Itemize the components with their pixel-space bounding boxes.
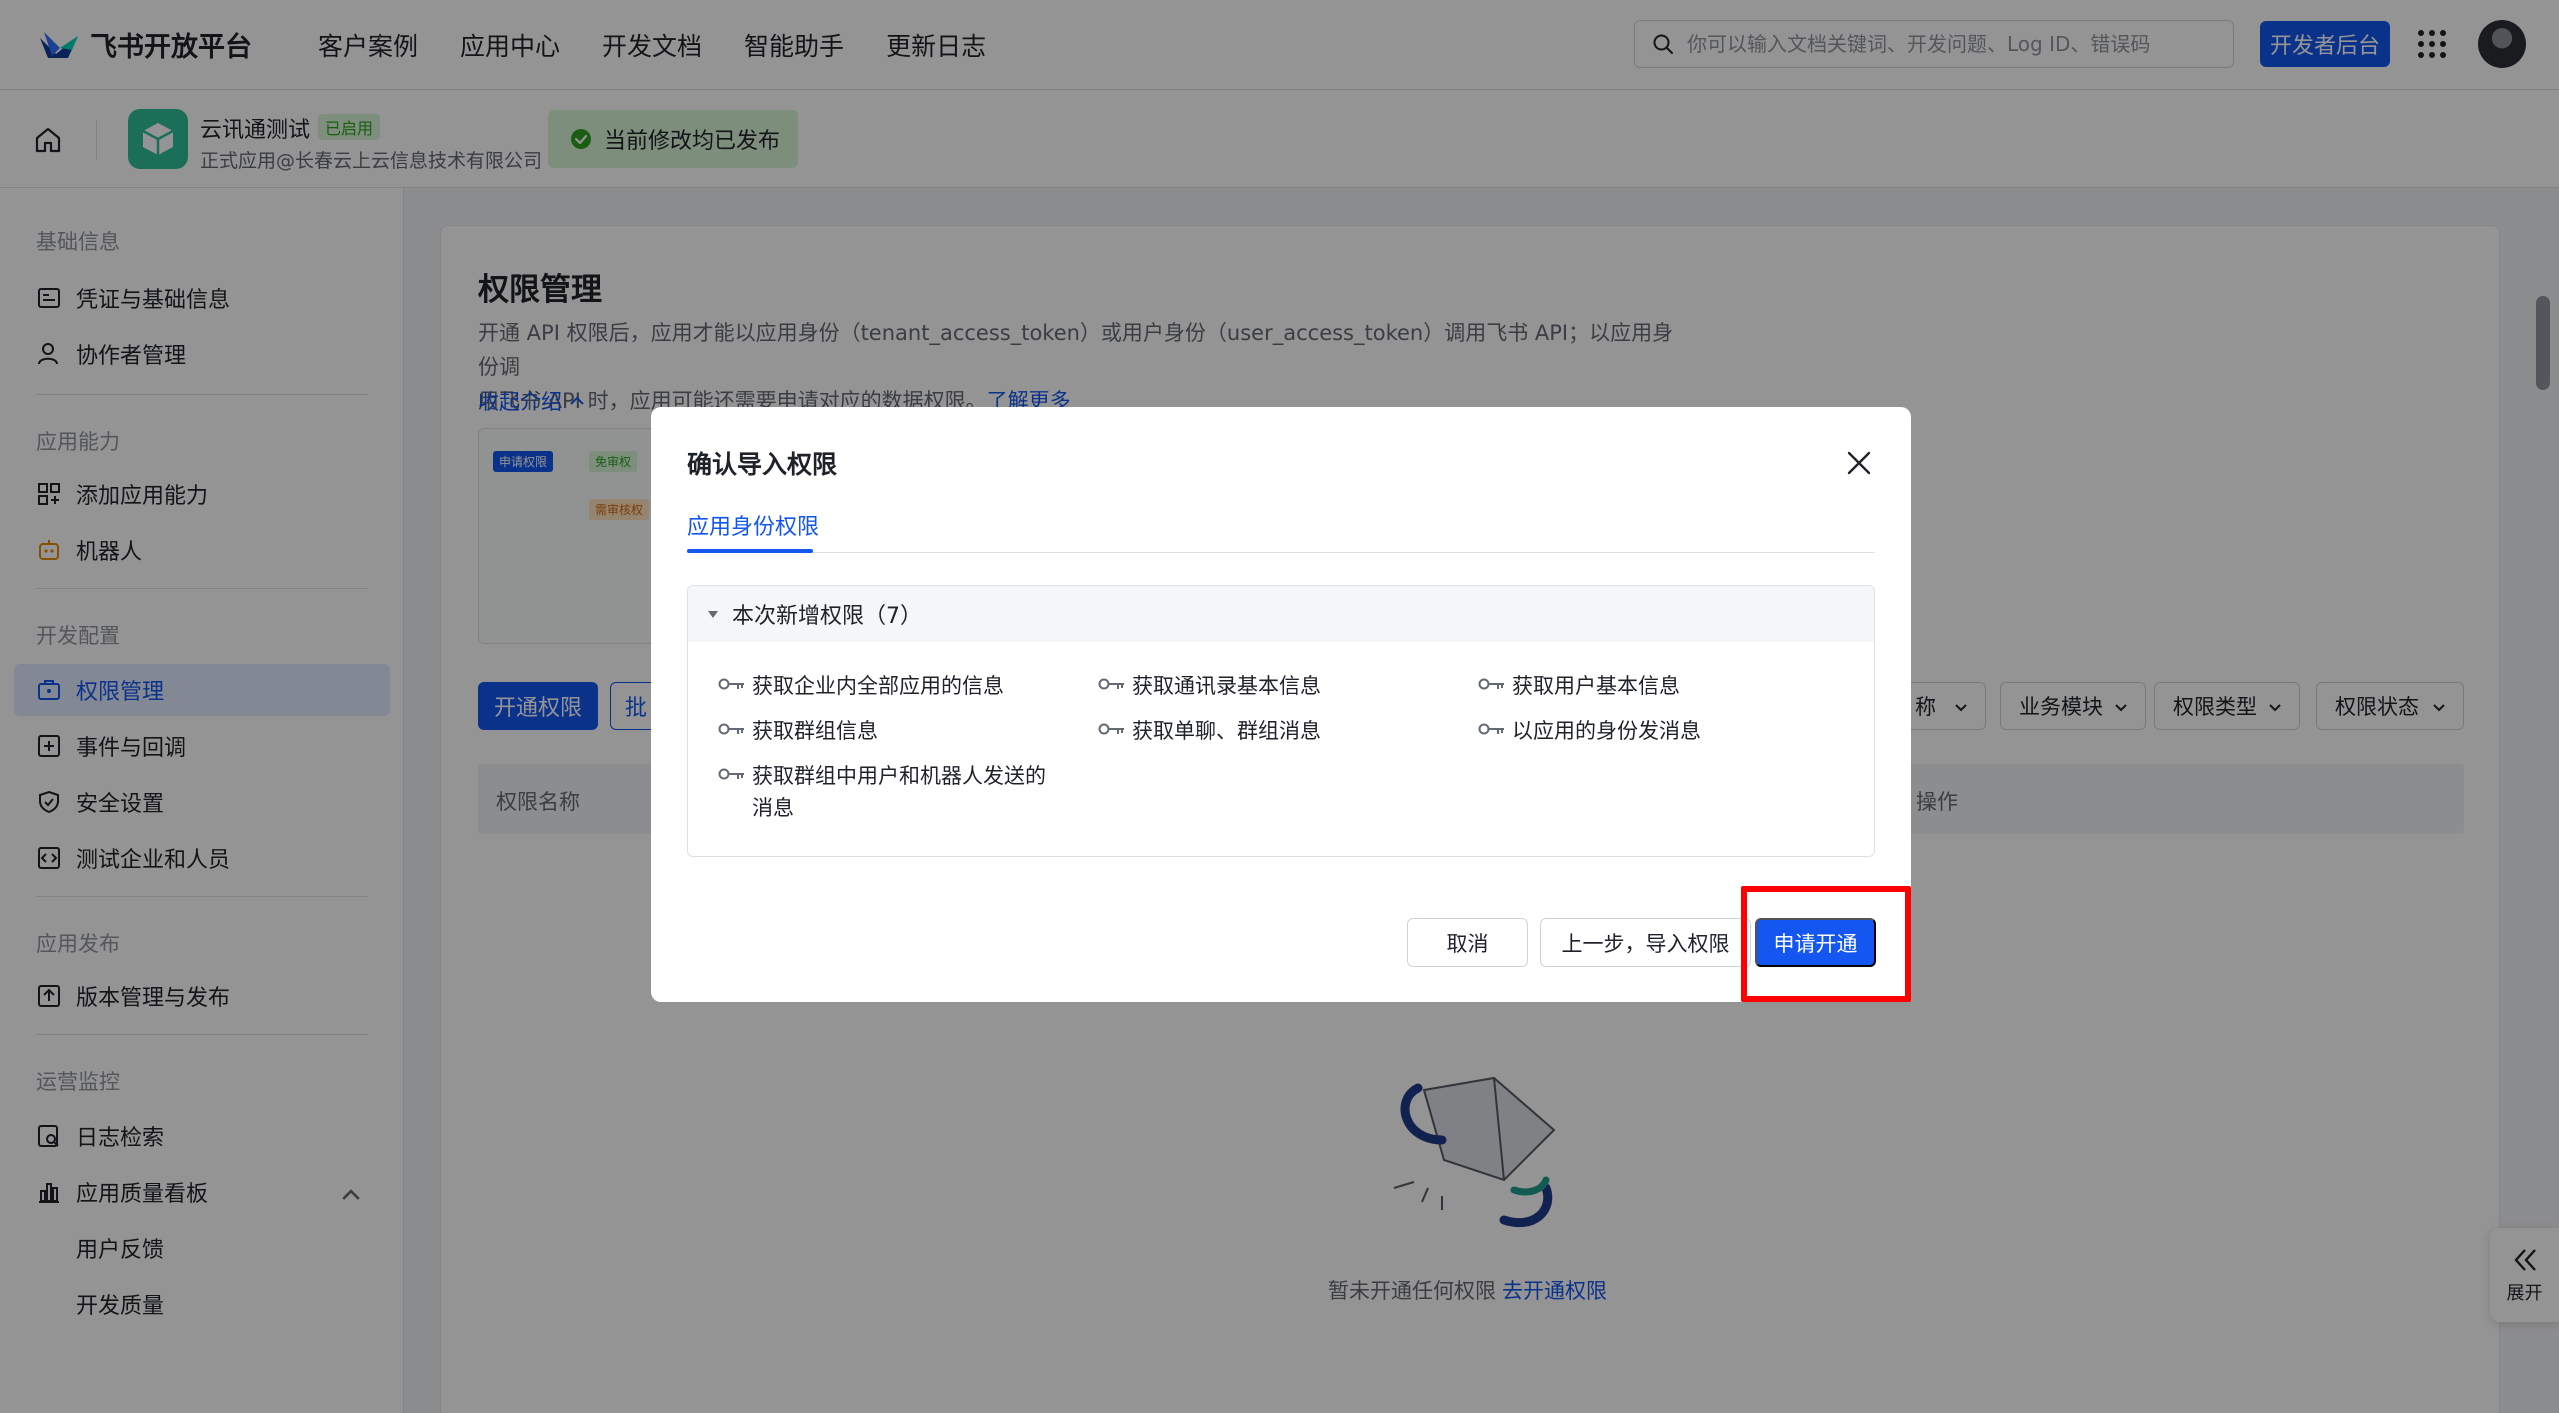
- confirm-import-modal: 确认导入权限 应用身份权限 本次新增权限（7） 获取企业内全部应用的信息 获取通…: [651, 407, 1911, 1002]
- permission-item: 获取单聊、群组消息: [1098, 715, 1458, 747]
- permission-item: 获取用户基本信息: [1478, 670, 1838, 702]
- permission-name: 获取单聊、群组消息: [1132, 719, 1321, 743]
- new-permissions-group: 本次新增权限（7） 获取企业内全部应用的信息 获取通讯录基本信息 获取用户基本信…: [687, 585, 1875, 857]
- back-import-button[interactable]: 上一步，导入权限: [1540, 918, 1751, 967]
- permission-name: 获取通讯录基本信息: [1132, 674, 1321, 698]
- permission-item: 获取企业内全部应用的信息: [718, 670, 1078, 702]
- permission-name: 获取群组中用户和机器人发送的消息: [752, 764, 1046, 820]
- group-title: 本次新增权限（7）: [732, 604, 922, 629]
- key-icon: [718, 678, 744, 690]
- permission-name: 获取用户基本信息: [1512, 674, 1680, 698]
- key-icon: [718, 723, 744, 735]
- cancel-button[interactable]: 取消: [1407, 918, 1528, 967]
- key-icon: [1098, 723, 1124, 735]
- permission-name: 以应用的身份发消息: [1512, 719, 1701, 743]
- key-icon: [1478, 678, 1504, 690]
- permission-item: 获取群组信息: [718, 715, 1078, 747]
- highlight-annotation: [1741, 886, 1911, 1002]
- modal-title: 确认导入权限: [687, 450, 838, 479]
- caret-down-icon: [708, 611, 718, 618]
- permission-name: 获取企业内全部应用的信息: [752, 674, 1004, 698]
- permission-item: 以应用的身份发消息: [1478, 715, 1838, 747]
- key-icon: [1478, 723, 1504, 735]
- active-tab-indicator: [687, 549, 813, 553]
- key-icon: [718, 768, 744, 780]
- modal-tabs: 应用身份权限: [687, 495, 1875, 553]
- permission-item: 获取通讯录基本信息: [1098, 670, 1458, 702]
- permission-name: 获取群组信息: [752, 719, 878, 743]
- key-icon: [1098, 678, 1124, 690]
- permission-item: 获取群组中用户和机器人发送的消息: [718, 760, 1058, 824]
- close-icon[interactable]: [1844, 448, 1874, 478]
- tab-app-identity-permissions[interactable]: 应用身份权限: [687, 509, 819, 541]
- group-header[interactable]: 本次新增权限（7）: [688, 586, 1874, 642]
